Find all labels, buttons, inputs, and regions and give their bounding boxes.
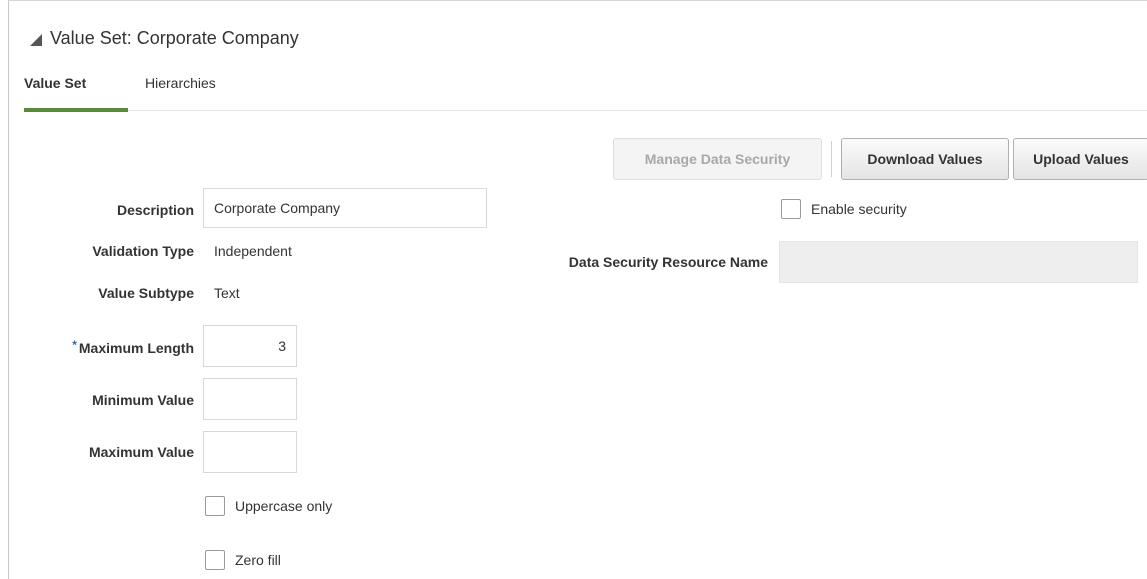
zero-fill-row: Zero fill <box>205 550 281 570</box>
maximum-value-input[interactable] <box>203 431 297 473</box>
tab-bar: Value Set Hierarchies <box>24 72 1147 112</box>
toolbar-separator <box>831 141 832 177</box>
panel-header[interactable]: Value Set: Corporate Company <box>30 28 299 49</box>
zero-fill-label: Zero fill <box>235 552 281 568</box>
frame-top-border <box>8 0 1147 1</box>
minimum-value-label: Minimum Value <box>92 392 194 408</box>
panel-title: Value Set: Corporate Company <box>50 28 299 48</box>
enable-security-checkbox[interactable] <box>781 199 801 219</box>
tab-hierarchies[interactable]: Hierarchies <box>145 72 216 94</box>
uppercase-only-row: Uppercase only <box>205 496 332 516</box>
maximum-length-input[interactable] <box>203 325 297 367</box>
description-label: Description <box>116 202 194 218</box>
zero-fill-checkbox[interactable] <box>205 550 225 570</box>
frame-left-border <box>8 0 9 579</box>
maximum-length-label-text: Maximum Length <box>78 340 194 356</box>
data-security-resource-name-label: Data Security Resource Name <box>568 254 768 270</box>
upload-values-button[interactable]: Upload Values <box>1013 138 1147 180</box>
active-tab-indicator <box>24 108 128 112</box>
enable-security-row: Enable security <box>781 199 907 219</box>
disclosure-triangle-icon[interactable] <box>30 33 42 46</box>
maximum-value-label: Maximum Value <box>88 444 194 460</box>
uppercase-only-checkbox[interactable] <box>205 496 225 516</box>
value-subtype-value: Text <box>214 285 240 301</box>
manage-data-security-button[interactable]: Manage Data Security <box>613 138 822 180</box>
toolbar: Manage Data Security Download Values Upl… <box>613 138 1147 180</box>
data-security-resource-name-input[interactable] <box>779 241 1138 283</box>
uppercase-only-label: Uppercase only <box>235 498 333 514</box>
download-values-button[interactable]: Download Values <box>841 138 1009 180</box>
validation-type-label: Validation Type <box>92 243 194 259</box>
validation-type-value: Independent <box>214 243 292 259</box>
tab-divider <box>128 110 1147 111</box>
description-input[interactable] <box>203 188 487 228</box>
enable-security-label: Enable security <box>811 201 907 217</box>
required-indicator: * <box>72 338 77 352</box>
tab-value-set[interactable]: Value Set <box>24 72 86 94</box>
maximum-length-label: * Maximum Length <box>22 338 194 356</box>
value-subtype-label: Value Subtype <box>98 285 194 301</box>
minimum-value-input[interactable] <box>203 378 297 420</box>
